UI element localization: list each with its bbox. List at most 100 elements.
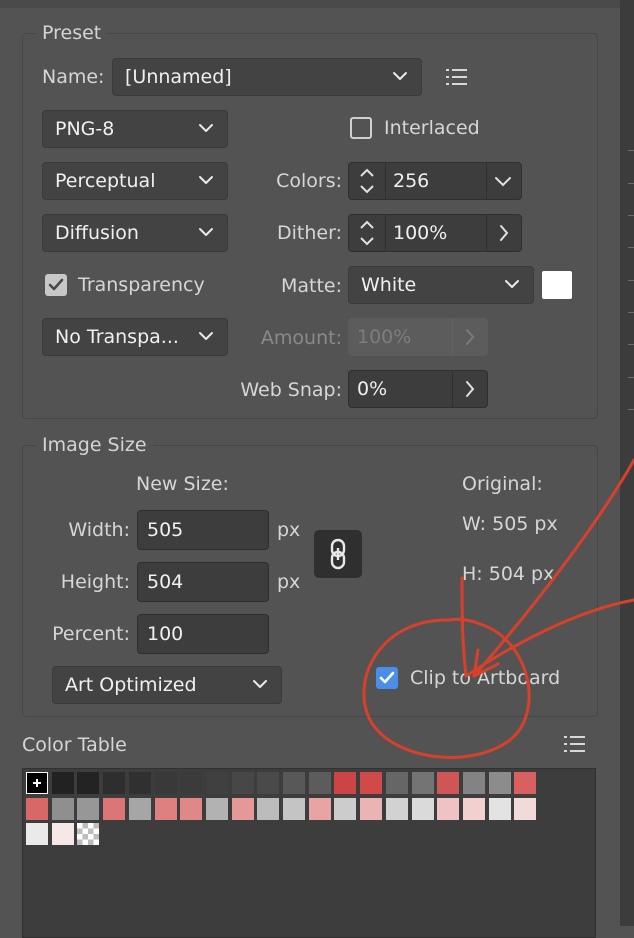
- percent-label: Percent:: [52, 623, 130, 645]
- color-table-legend: Color Table: [22, 734, 127, 756]
- width-unit: px: [277, 519, 301, 541]
- preset-name-dropdown[interactable]: [Unnamed]: [112, 58, 422, 96]
- resample-quality-dropdown[interactable]: Art Optimized: [52, 666, 282, 704]
- dither-label: Dither:: [277, 222, 342, 244]
- color-cell[interactable]: [231, 797, 254, 820]
- color-cell[interactable]: [334, 772, 357, 794]
- color-cell[interactable]: [231, 772, 254, 794]
- websnap-value: 0%: [357, 378, 388, 400]
- color-cell[interactable]: [488, 797, 511, 820]
- color-cell[interactable]: [154, 772, 177, 794]
- right-edge-strip: [620, 0, 634, 926]
- color-cell[interactable]: [411, 772, 434, 794]
- link-icon: [314, 530, 362, 578]
- dither-combo[interactable]: 100%: [348, 214, 522, 252]
- clip-to-artboard-label: Clip to Artboard: [410, 667, 561, 689]
- color-cell[interactable]: [77, 797, 100, 820]
- websnap-field[interactable]: 0%: [348, 370, 488, 408]
- height-input[interactable]: 504: [137, 562, 269, 602]
- color-cell[interactable]: [205, 797, 228, 820]
- amount-value: 100%: [357, 326, 412, 348]
- color-cell[interactable]: [411, 797, 434, 820]
- matte-color-swatch[interactable]: [542, 271, 572, 299]
- transparency-dither-dropdown[interactable]: No Transpa...: [42, 318, 228, 356]
- color-cell[interactable]: [488, 772, 511, 794]
- chevron-down-icon: [197, 223, 215, 241]
- color-cell[interactable]: [308, 797, 331, 820]
- color-cell[interactable]: [128, 797, 151, 820]
- interlaced-checkbox[interactable]: [350, 117, 372, 139]
- color-cell[interactable]: [180, 772, 203, 794]
- color-cell[interactable]: [128, 772, 151, 794]
- color-cell[interactable]: [205, 772, 228, 794]
- color-cell[interactable]: [308, 772, 331, 794]
- color-cell[interactable]: [257, 797, 280, 820]
- color-cell[interactable]: [334, 797, 357, 820]
- dither-slider-button[interactable]: [486, 215, 521, 251]
- color-cell[interactable]: [385, 772, 408, 794]
- color-cell[interactable]: [514, 797, 537, 820]
- color-cell[interactable]: [103, 772, 126, 794]
- color-cell[interactable]: [283, 797, 305, 820]
- color-cell[interactable]: [26, 772, 48, 794]
- dither-algorithm-value: Diffusion: [55, 222, 139, 244]
- dither-value: 100%: [393, 222, 448, 244]
- preset-legend: Preset: [36, 21, 108, 45]
- name-label: Name:: [42, 66, 105, 88]
- color-reduction-value: Perceptual: [55, 170, 156, 192]
- color-cell[interactable]: [514, 772, 537, 794]
- colors-value: 256: [393, 170, 430, 192]
- colors-label: Colors:: [276, 170, 342, 192]
- preset-name-value: [Unnamed]: [125, 66, 232, 88]
- color-cell[interactable]: [257, 772, 280, 794]
- panel-top-edge: [0, 0, 620, 8]
- color-table-menu-icon[interactable]: [563, 733, 587, 755]
- clip-to-artboard-checkbox[interactable]: [376, 667, 398, 689]
- color-cell[interactable]: [77, 772, 100, 794]
- color-cell[interactable]: [437, 797, 460, 820]
- color-cell[interactable]: [283, 772, 305, 794]
- color-cell[interactable]: [385, 797, 408, 820]
- image-size-legend: Image Size: [36, 433, 153, 457]
- transparency-label: Transparency: [78, 274, 205, 296]
- format-value: PNG-8: [55, 118, 115, 140]
- dither-stepper[interactable]: [349, 215, 386, 251]
- chevron-down-icon: [251, 675, 269, 693]
- colors-dropdown-button[interactable]: [486, 163, 521, 199]
- new-size-label: New Size:: [136, 473, 229, 495]
- constrain-proportions-button[interactable]: [314, 530, 362, 578]
- transparency-checkbox[interactable]: [45, 274, 67, 296]
- format-dropdown[interactable]: PNG-8: [42, 110, 228, 148]
- websnap-slider-button[interactable]: [452, 371, 487, 407]
- color-cell[interactable]: [26, 797, 48, 820]
- color-cell-transparent[interactable]: [77, 823, 100, 846]
- matte-value: White: [361, 274, 417, 296]
- color-cell[interactable]: [180, 797, 203, 820]
- chevron-down-icon: [197, 327, 215, 345]
- colors-stepper[interactable]: [349, 163, 386, 199]
- color-cell[interactable]: [462, 772, 485, 794]
- color-cell[interactable]: [103, 797, 126, 820]
- percent-input[interactable]: 100: [137, 614, 269, 654]
- resample-quality-value: Art Optimized: [65, 674, 197, 696]
- color-cell[interactable]: [51, 797, 74, 820]
- color-reduction-dropdown[interactable]: Perceptual: [42, 162, 228, 200]
- amount-slider-button: [452, 319, 487, 355]
- color-cell[interactable]: [26, 823, 48, 846]
- color-cell[interactable]: [360, 772, 383, 794]
- dither-algorithm-dropdown[interactable]: Diffusion: [42, 214, 228, 252]
- original-width: W: 505 px: [462, 513, 558, 535]
- color-cell[interactable]: [154, 797, 177, 820]
- color-cell[interactable]: [360, 797, 383, 820]
- color-cell[interactable]: [51, 772, 74, 794]
- colors-combo[interactable]: 256: [348, 162, 522, 200]
- color-cell[interactable]: [462, 797, 485, 820]
- chevron-down-icon: [197, 171, 215, 189]
- original-height: H: 504 px: [462, 563, 555, 585]
- width-input[interactable]: 505: [137, 510, 269, 550]
- preset-menu-icon[interactable]: [445, 66, 469, 88]
- width-label: Width:: [68, 519, 130, 541]
- matte-dropdown[interactable]: White: [348, 266, 534, 304]
- color-cell[interactable]: [51, 823, 74, 846]
- color-cell[interactable]: [437, 772, 460, 794]
